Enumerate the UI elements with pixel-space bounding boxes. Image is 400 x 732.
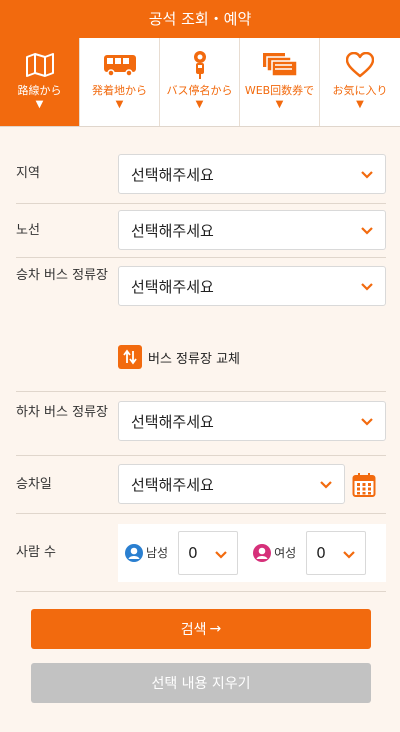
male-count-group: 남성 0: [124, 530, 239, 575]
tickets-icon: [262, 50, 298, 80]
chevron-down-icon: [343, 550, 355, 559]
chevron-down-icon: [320, 481, 332, 489]
tab-by-bus-stop-name[interactable]: バス停名から ▼: [160, 38, 240, 126]
tab-label: お気に入り: [332, 84, 388, 97]
tab-arrow-icon: ▼: [356, 99, 364, 110]
bus-icon: [103, 50, 137, 80]
chevron-down-icon: [361, 171, 373, 179]
alighting-row: 하차 버스 정류장 선택해주세요: [16, 392, 386, 456]
tab-arrow-icon: ▼: [275, 99, 284, 110]
alighting-stop-label: 하차 버스 정류장: [16, 405, 108, 420]
divider: [16, 203, 386, 204]
tab-arrow-icon: ▼: [195, 99, 204, 110]
tab-by-route[interactable]: 路線から ▼: [0, 38, 80, 126]
people-selector: 남성 0 여성 0: [118, 523, 386, 582]
route-select-value: 선택해주세요: [131, 221, 214, 240]
female-count-value: 0: [316, 543, 326, 562]
divider: [16, 391, 386, 392]
female-count-group: 여성 0: [252, 530, 367, 575]
boarding-stop-select-value: 선택해주세요: [131, 277, 214, 296]
route-label: 노선: [16, 223, 40, 238]
date-label: 승차일: [16, 477, 52, 492]
chevron-down-icon: [361, 418, 373, 426]
seat-search-panel: 공석 조회・예약 路線から ▼ 発着地から ▼ バス停名から ▼ WEB回数券で…: [0, 0, 400, 732]
boarding-stop-label: 승차 버스 정류장: [16, 268, 108, 283]
heart-icon: [346, 50, 374, 80]
tab-favorites[interactable]: お気に入り ▼: [320, 38, 400, 126]
swap-stops-label: 버스 정류장 교체: [148, 351, 240, 367]
male-label: 남성: [146, 546, 169, 560]
people-row: 사람 수 남성 0 여성 0: [16, 514, 386, 592]
male-icon: [125, 543, 143, 562]
date-select-value: 선택해주세요: [131, 475, 214, 494]
swap-arrows-icon: [118, 345, 142, 369]
clear-selection-button[interactable]: 선택 내용 지우기: [31, 663, 371, 703]
tab-label: バス停名から: [166, 84, 233, 97]
tab-label: 路線から: [17, 84, 62, 97]
region-select[interactable]: 선택해주세요: [118, 154, 386, 194]
panel-title: 공석 조회・예약: [0, 0, 400, 38]
route-select[interactable]: 선택해주세요: [118, 210, 386, 250]
chevron-down-icon: [361, 227, 373, 235]
tab-arrow-icon: ▼: [35, 99, 44, 110]
alighting-stop-select[interactable]: 선택해주세요: [118, 401, 386, 441]
tab-label: WEB回数券で: [244, 84, 315, 97]
route-row: 노선 선택해주세요: [16, 204, 386, 258]
alighting-stop-select-value: 선택해주세요: [131, 412, 214, 431]
male-count-value: 0: [188, 543, 198, 562]
chevron-down-icon: [361, 283, 373, 291]
boarding-stop-select[interactable]: 선택해주세요: [118, 266, 386, 306]
region-label: 지역: [16, 166, 40, 181]
date-select[interactable]: 선택해주세요: [118, 464, 345, 504]
male-count-select[interactable]: 0: [178, 530, 239, 575]
bus-stop-icon: [190, 50, 210, 80]
calendar-icon[interactable]: [352, 472, 376, 502]
tab-by-departure-arrival[interactable]: 発着地から ▼: [80, 38, 160, 126]
boarding-row: 승차 버스 정류장 선택해주세요 버스 정류장 교체: [16, 258, 386, 392]
clear-selection-label: 선택 내용 지우기: [151, 676, 251, 692]
tab-label: 発着地から: [92, 84, 147, 97]
date-row: 승차일 선택해주세요: [16, 456, 386, 514]
tab-arrow-icon: ▼: [115, 99, 124, 110]
female-label: 여성: [274, 546, 297, 560]
female-count-select[interactable]: 0: [306, 530, 367, 575]
search-button-label: 검색: [180, 622, 207, 638]
swap-stops-button[interactable]: 버스 정류장 교체: [118, 345, 278, 369]
region-select-value: 선택해주세요: [131, 165, 214, 184]
divider: [16, 257, 386, 258]
search-mode-tabs: 路線から ▼ 発着地から ▼ バス停名から ▼ WEB回数券で ▼ お気に入り …: [0, 38, 400, 127]
search-button[interactable]: 검색 →: [31, 609, 371, 649]
people-label: 사람 수: [16, 544, 57, 560]
region-row: 지역 선택해주세요: [16, 146, 386, 204]
map-icon: [25, 50, 55, 80]
tab-by-web-coupon[interactable]: WEB回数券で ▼: [240, 38, 320, 126]
female-icon: [253, 543, 272, 562]
arrow-right-icon: →: [209, 621, 222, 637]
chevron-down-icon: [215, 550, 227, 559]
